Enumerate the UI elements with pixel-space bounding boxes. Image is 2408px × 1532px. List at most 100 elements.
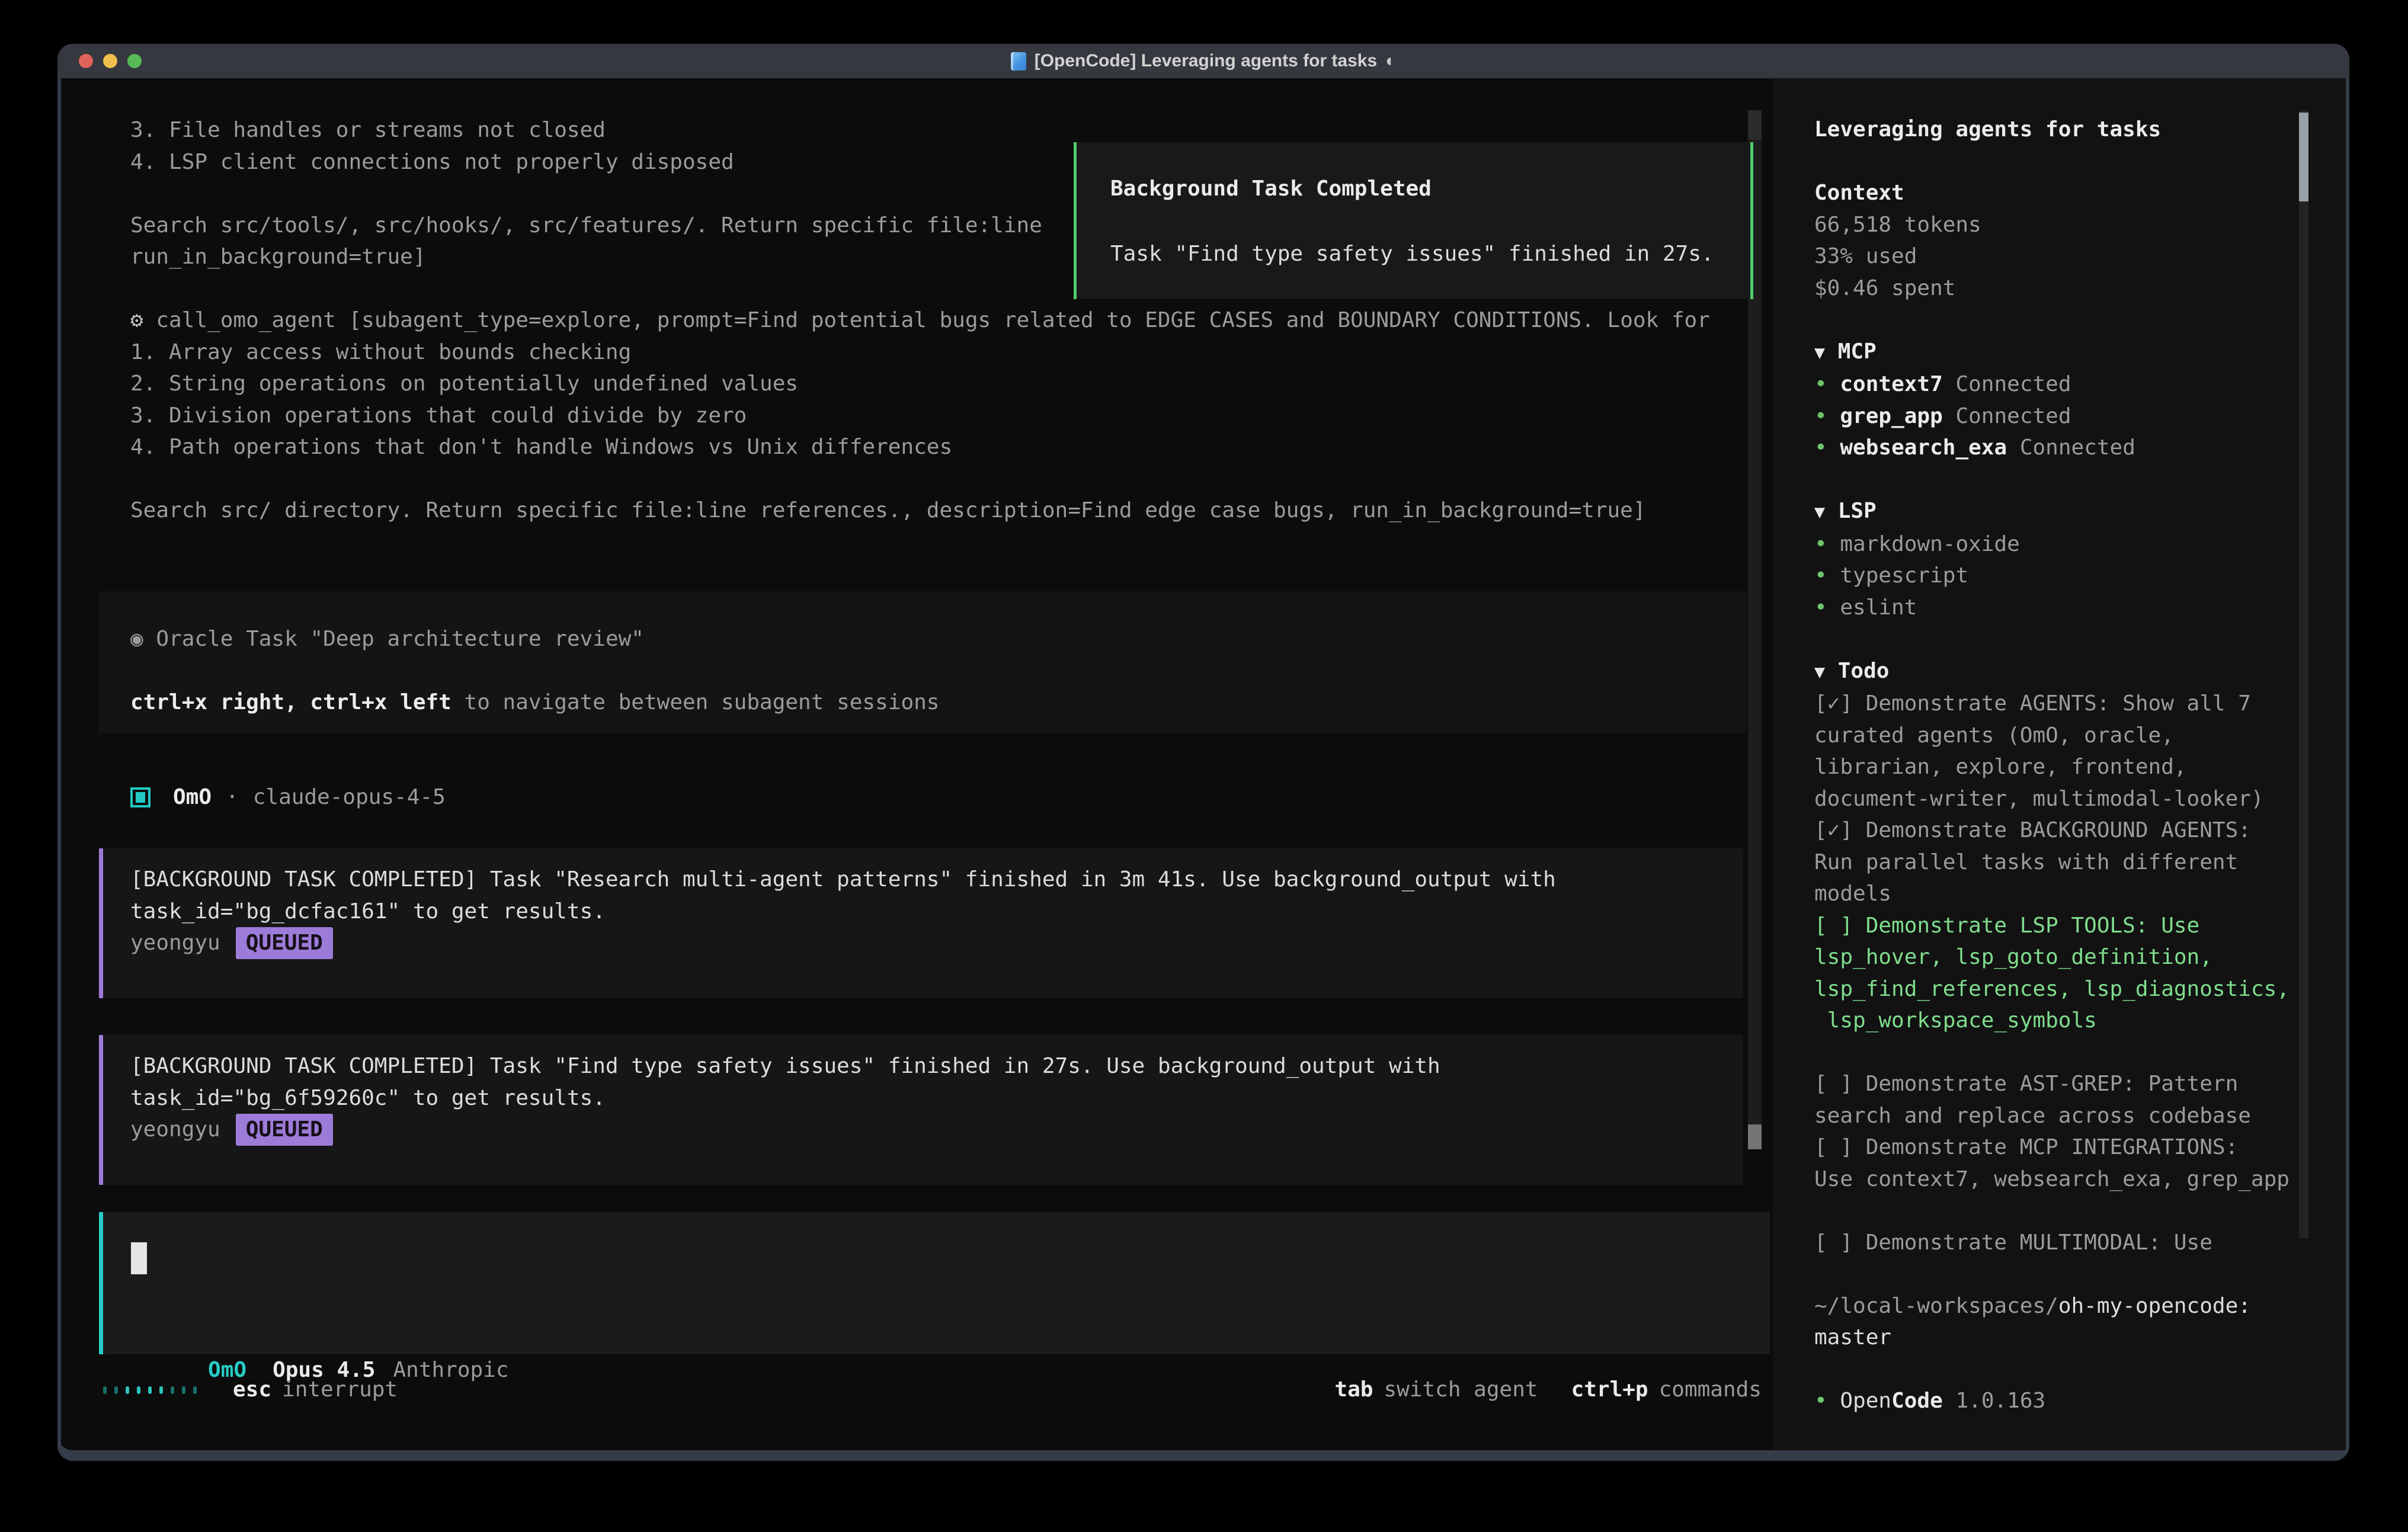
status-badge: QUEUED bbox=[236, 1114, 333, 1146]
tab-key-label: switch agent bbox=[1384, 1374, 1538, 1406]
app-version-line: • OpenCode 1.0.163 bbox=[1814, 1385, 2300, 1417]
oracle-task-panel: ◉ Oracle Task "Deep architecture review"… bbox=[99, 591, 1746, 733]
agent-header: OmO · claude-opus-4-5 bbox=[130, 781, 446, 813]
tool-call-line: 2. String operations on potentially unde… bbox=[130, 368, 1710, 400]
mcp-item: • websearch_exa Connected bbox=[1814, 432, 2300, 464]
status-dot-icon: • bbox=[1814, 532, 1827, 556]
todo-line-completed: curated agents (OmO, oracle, bbox=[1814, 720, 2300, 752]
message-line: task_id="bg_dcfac161" to get results. bbox=[130, 896, 1743, 928]
todo-line-completed: Run parallel tasks with different bbox=[1814, 847, 2300, 879]
context-section-label: Context bbox=[1814, 177, 2300, 209]
todo-line-pending: Use context7, websearch_exa, grep_app bbox=[1814, 1164, 2300, 1196]
background-task-notification: Background Task Completed Task "Find typ… bbox=[1074, 142, 1753, 299]
title-bar: [OpenCode] Leveraging agents for tasks ◐ bbox=[57, 44, 2349, 78]
prompt-input[interactable]: OmOOpus 4.5Anthropic bbox=[99, 1212, 1770, 1354]
tool-call-line: ⚙ call_omo_agent [subagent_type=explore,… bbox=[130, 305, 1710, 336]
scrollback-line: Search src/tools/, src/hooks/, src/featu… bbox=[130, 210, 1042, 242]
blank-line bbox=[1814, 1258, 2300, 1290]
mcp-section-header[interactable]: ▼ MCP bbox=[1814, 336, 2300, 369]
hint-text: to navigate between subagent sessions bbox=[451, 690, 940, 714]
tool-call-line: 1. Array access without bounds checking bbox=[130, 336, 1710, 368]
scrollback-line: 4. LSP client connections not properly d… bbox=[130, 146, 1042, 178]
lsp-item: • markdown-oxide bbox=[1814, 528, 2300, 560]
window-title: [OpenCode] Leveraging agents for tasks bbox=[1035, 51, 1377, 71]
mcp-item: • context7 Connected bbox=[1814, 368, 2300, 400]
todo-line-pending: [ ] Demonstrate AST-GREP: Pattern bbox=[1814, 1068, 2300, 1100]
separator-dot: · bbox=[226, 781, 239, 813]
todo-line-completed: models bbox=[1814, 878, 2300, 910]
blank-line bbox=[1814, 1195, 2300, 1227]
todo-line-completed: librarian, explore, frontend, bbox=[1814, 751, 2300, 783]
todo-line-active: lsp_hover, lsp_goto_definition, bbox=[1814, 941, 2300, 973]
tool-call-block: ⚙ call_omo_agent [subagent_type=explore,… bbox=[130, 305, 1710, 527]
todo-section-header[interactable]: ▼ Todo bbox=[1814, 655, 2300, 688]
notification-body: Task "Find type safety issues" finished … bbox=[1110, 238, 1750, 270]
scrollbar-thumb-dim[interactable] bbox=[1748, 110, 1762, 140]
blank-line bbox=[1814, 146, 2300, 178]
lsp-section-header[interactable]: ▼ LSP bbox=[1814, 495, 2300, 528]
document-icon bbox=[1011, 52, 1026, 70]
background-task-message: [BACKGROUND TASK COMPLETED] Task "Resear… bbox=[99, 848, 1743, 998]
status-left: esc interrupt bbox=[103, 1374, 398, 1406]
status-dot-icon: • bbox=[1814, 404, 1827, 428]
esc-key-label: interrupt bbox=[282, 1374, 398, 1406]
workspace-path: ~/local-workspaces/oh-my-opencode: bbox=[1814, 1290, 2300, 1322]
agent-name: OmO bbox=[173, 781, 212, 813]
status-right: tab switch agent ctrl+p commands bbox=[1334, 1374, 1762, 1406]
blank-line bbox=[1814, 1037, 2300, 1069]
agent-model: claude-opus-4-5 bbox=[253, 781, 446, 813]
chevron-down-icon: ▼ bbox=[1814, 342, 1825, 363]
sidebar-scrollbar[interactable] bbox=[2299, 110, 2308, 1238]
gear-icon: ⚙ bbox=[130, 308, 143, 332]
chevron-down-icon: ▼ bbox=[1814, 662, 1825, 682]
mcp-item: • grep_app Connected bbox=[1814, 400, 2300, 432]
agent-square-icon bbox=[130, 787, 150, 807]
blank-line bbox=[130, 655, 1746, 687]
status-dot-icon: • bbox=[1814, 563, 1827, 588]
blank-line bbox=[130, 463, 1710, 495]
close-window-button[interactable] bbox=[79, 54, 93, 68]
todo-line-active: lsp_find_references, lsp_diagnostics, bbox=[1814, 973, 2300, 1005]
todo-line-completed: [✓] Demonstrate BACKGROUND AGENTS: bbox=[1814, 815, 2300, 847]
oracle-icon: ◉ bbox=[130, 627, 143, 651]
busy-indicator-icon: ◐ bbox=[1385, 51, 1396, 71]
message-meta: yeongyu QUEUED bbox=[130, 1114, 1743, 1146]
context-spent: $0.46 spent bbox=[1814, 273, 2300, 305]
status-dot-icon: • bbox=[1814, 435, 1827, 460]
progress-spinner-dots bbox=[103, 1386, 204, 1394]
todo-line-completed: [✓] Demonstrate AGENTS: Show all 7 bbox=[1814, 688, 2300, 720]
tab-key-hint: tab bbox=[1334, 1374, 1373, 1406]
blank-line bbox=[1814, 464, 2300, 496]
todo-line-active: [ ] Demonstrate LSP TOOLS: Use bbox=[1814, 910, 2300, 942]
zoom-window-button[interactable] bbox=[127, 54, 142, 68]
scrollbar-thumb[interactable] bbox=[1748, 1124, 1762, 1149]
scrollback-line: run_in_background=true] bbox=[130, 241, 1042, 273]
blank-line bbox=[1814, 304, 2300, 336]
context-tokens: 66,518 tokens bbox=[1814, 209, 2300, 241]
workspace-branch: master bbox=[1814, 1322, 2300, 1354]
todo-line-active: lsp_workspace_symbols bbox=[1814, 1005, 2300, 1037]
minimize-window-button[interactable] bbox=[103, 54, 117, 68]
tool-call-line: 4. Path operations that don't handle Win… bbox=[130, 431, 1710, 463]
lsp-item: • eslint bbox=[1814, 592, 2300, 624]
message-line: task_id="bg_6f59260c" to get results. bbox=[130, 1082, 1743, 1114]
oracle-task-header: ◉ Oracle Task "Deep architecture review" bbox=[130, 623, 1746, 655]
author-label: yeongyu bbox=[130, 1117, 220, 1142]
ctrlp-key-hint: ctrl+p bbox=[1571, 1374, 1648, 1406]
tool-call-line: 3. Division operations that could divide… bbox=[130, 400, 1710, 432]
todo-line-pending: search and replace across codebase bbox=[1814, 1100, 2300, 1132]
background-task-message: [BACKGROUND TASK COMPLETED] Task "Find t… bbox=[99, 1035, 1743, 1185]
text-cursor bbox=[131, 1242, 147, 1274]
session-sidebar: Leveraging agents for tasks Context 66,5… bbox=[1773, 78, 2346, 1450]
todo-line-completed: document-writer, multimodal-looker) bbox=[1814, 783, 2300, 815]
context-used: 33% used bbox=[1814, 241, 2300, 273]
scrollbar-thumb[interactable] bbox=[2299, 113, 2308, 201]
lsp-item: • typescript bbox=[1814, 560, 2300, 592]
blank-line bbox=[130, 178, 1042, 210]
todo-line-pending: [ ] Demonstrate MULTIMODAL: Use bbox=[1814, 1227, 2300, 1259]
author-label: yeongyu bbox=[130, 931, 220, 955]
tool-call-line: Search src/ directory. Return specific f… bbox=[130, 495, 1710, 527]
hint-keys: ctrl+x right, ctrl+x left bbox=[130, 690, 451, 714]
status-dot-icon: • bbox=[1814, 372, 1827, 396]
scrollback-text: 3. File handles or streams not closed 4.… bbox=[130, 114, 1042, 273]
